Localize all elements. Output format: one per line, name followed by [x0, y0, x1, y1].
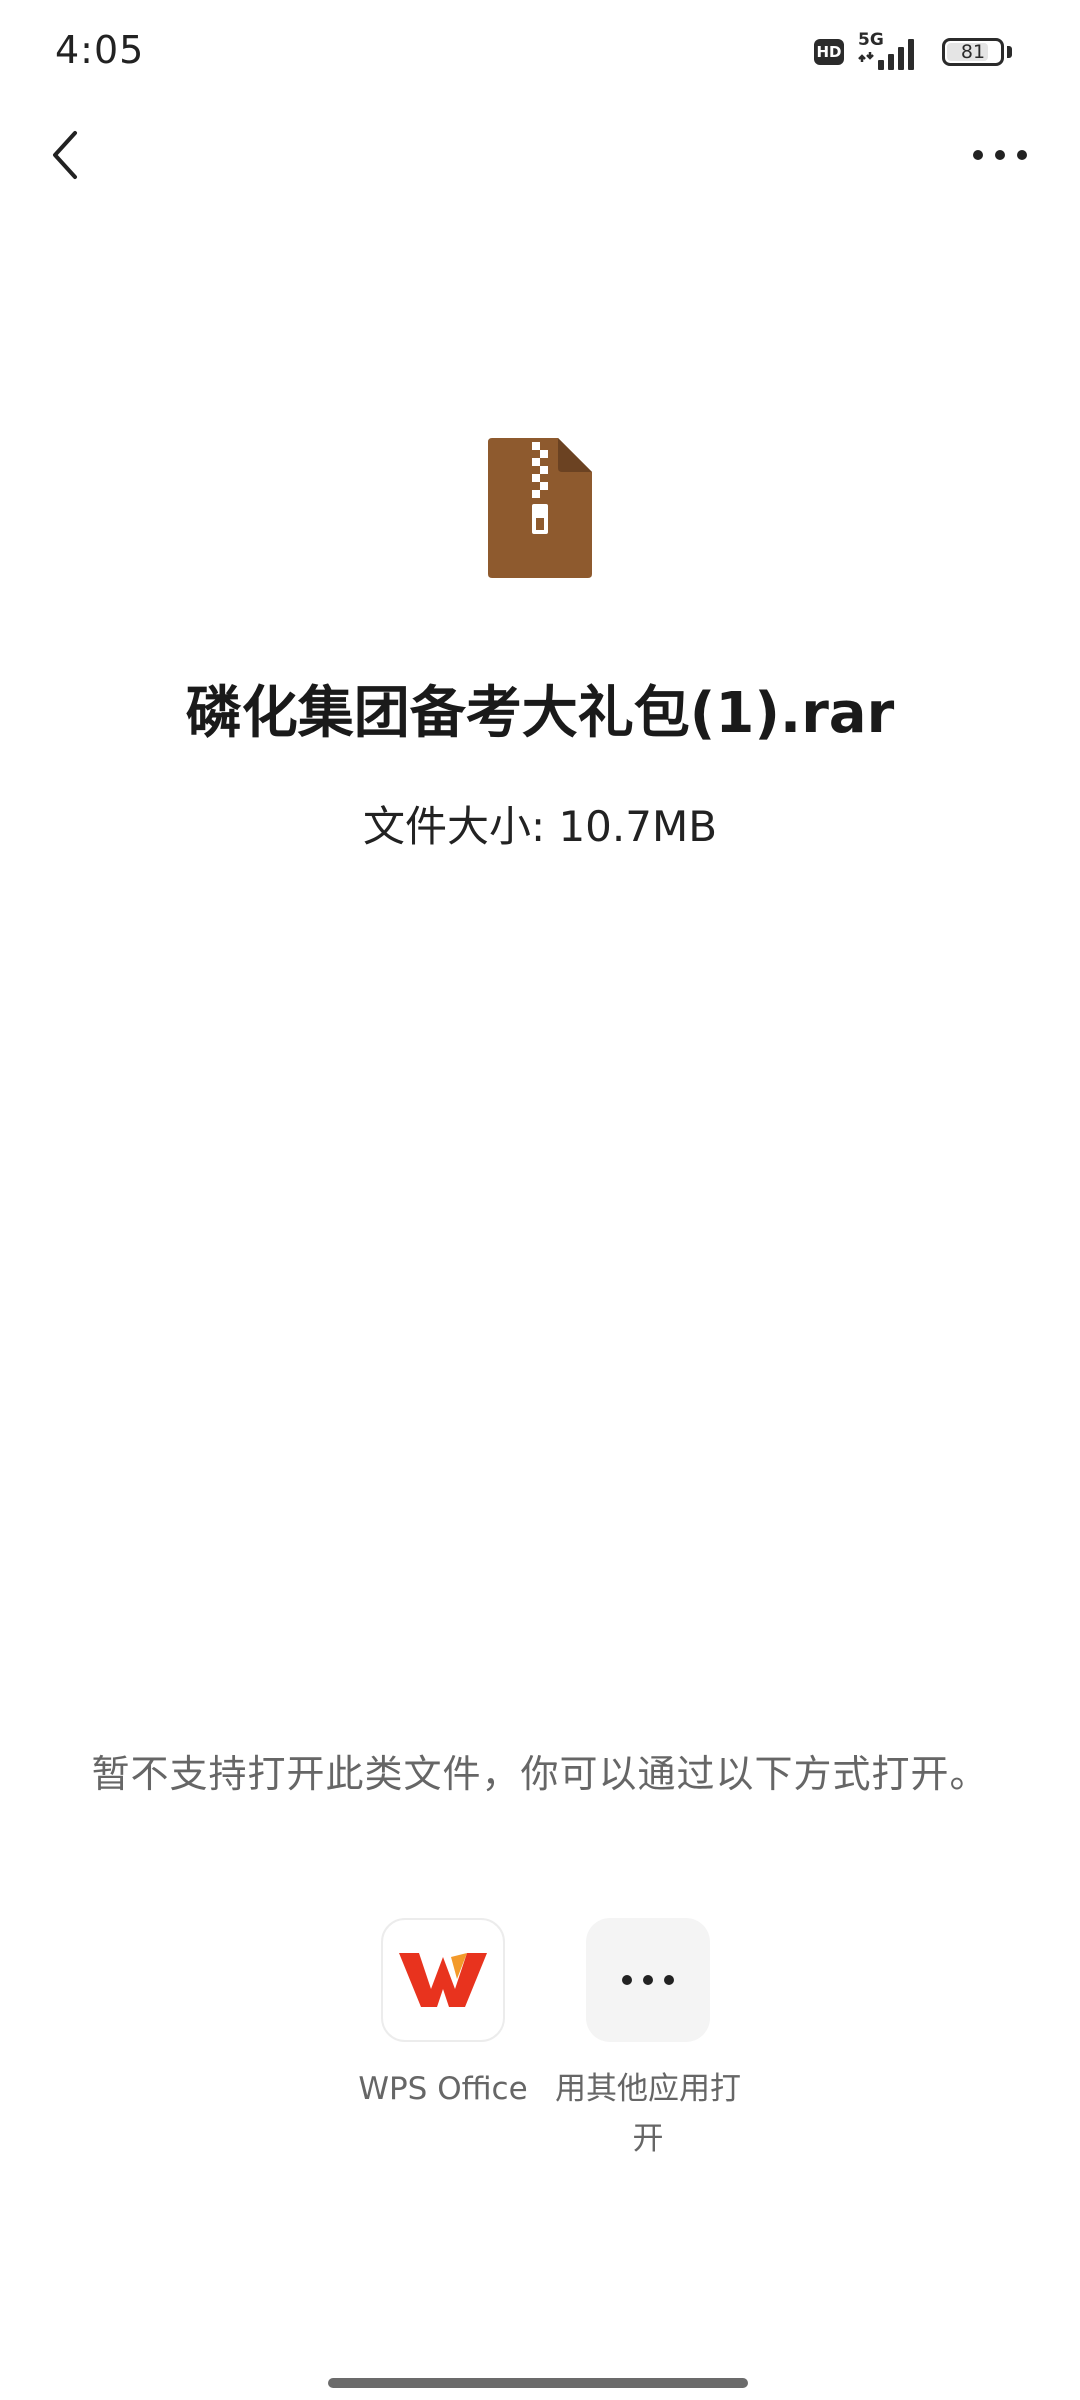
cellular-signal-icon: 5G: [858, 30, 928, 70]
status-bar: 4:05 HD 5G 81: [0, 0, 1080, 110]
open-with-other-app-option[interactable]: 用其他应用打开: [548, 1918, 748, 2164]
zip-archive-file-icon: [488, 438, 592, 578]
wps-office-icon: [399, 1953, 487, 2007]
battery-tip: [1007, 46, 1012, 58]
file-size: 文件大小: 10.7MB: [362, 802, 718, 851]
open-with-wps-option[interactable]: WPS Office: [343, 1918, 543, 2114]
battery-icon: 81: [942, 38, 1004, 66]
more-options-button[interactable]: [960, 120, 1040, 190]
more-icon: [973, 150, 1027, 160]
hd-icon: HD: [814, 39, 844, 65]
back-arrow-icon: [53, 131, 77, 179]
back-button[interactable]: [30, 120, 100, 190]
file-name: 磷化集团备考大礼包(1).rar: [185, 681, 895, 746]
wps-office-label: WPS Office: [358, 2071, 528, 2107]
more-icon: [622, 1975, 674, 1985]
battery-level: 81: [960, 41, 986, 63]
wps-office-tile[interactable]: [381, 1918, 505, 2042]
home-indicator[interactable]: [328, 2378, 748, 2388]
other-app-tile[interactable]: [586, 1918, 710, 2042]
status-time: 4:05: [55, 28, 145, 72]
other-app-label: 用其他应用打开: [555, 2071, 741, 2157]
unsupported-message: 暂不支持打开此类文件，你可以通过以下方式打开。: [91, 1752, 989, 1796]
status-indicators: HD 5G 81: [814, 30, 1012, 70]
